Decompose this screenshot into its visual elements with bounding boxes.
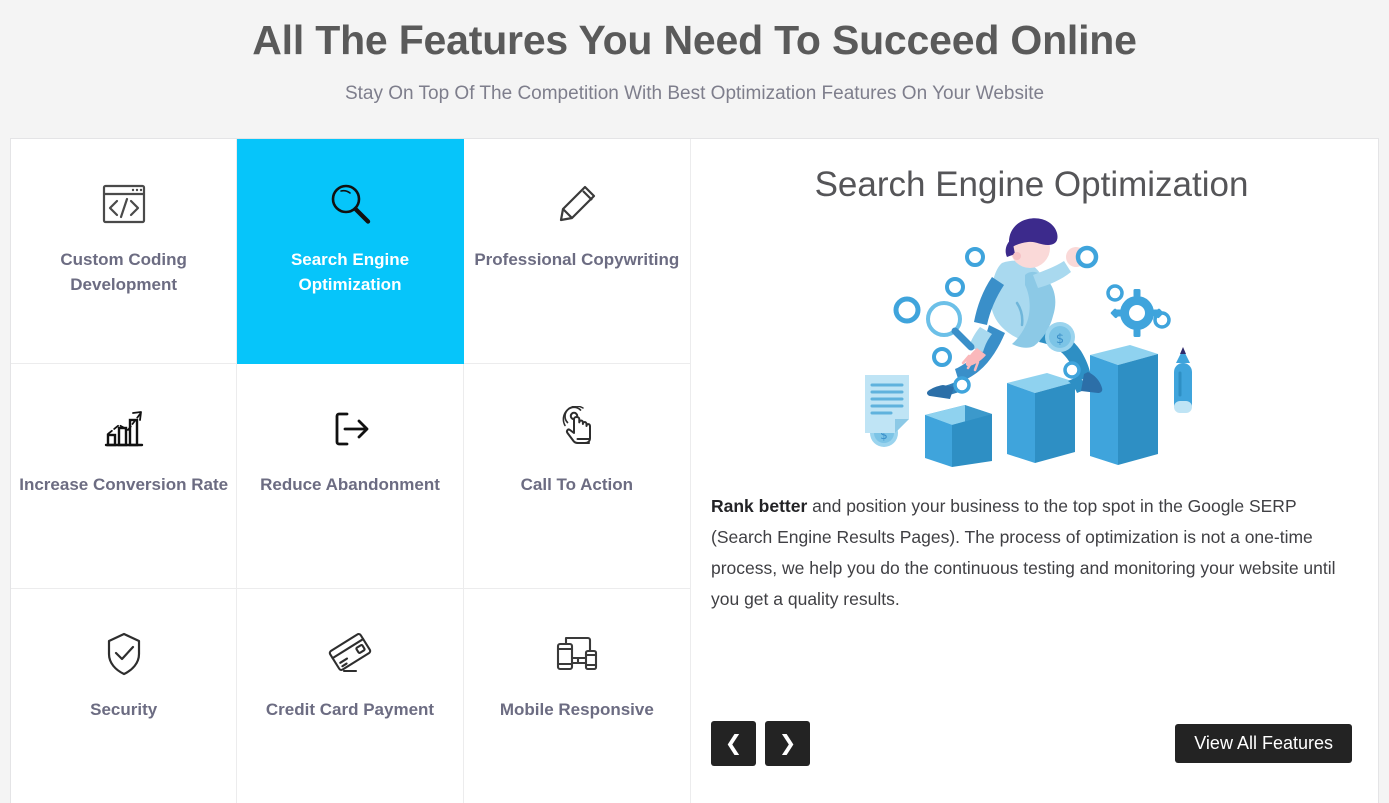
feature-tile-custom-coding-development[interactable]: Custom Coding Development [11,139,238,364]
pencil-icon [550,177,604,231]
feature-tile-credit-card-payment[interactable]: Credit Card Payment [237,589,464,803]
detail-description-lead: Rank better [711,496,808,516]
tap-hand-icon [550,402,604,456]
detail-description: Rank better and position your business t… [711,491,1352,615]
feature-tile-label: Credit Card Payment [265,700,435,719]
shield-check-icon [97,627,151,681]
feature-tile-reduce-abandonment[interactable]: Reduce Abandonment [237,364,464,589]
feature-tile-label: Search Engine Optimization [290,250,410,294]
feature-tile-label: Reduce Abandonment [260,475,440,494]
devices-icon [550,627,604,681]
features-page: All The Features You Need To Succeed Onl… [0,0,1389,803]
credit-card-icon [323,627,377,681]
feature-tile-professional-copywriting[interactable]: Professional Copywriting [463,139,690,364]
feature-tile-security[interactable]: Security [11,589,238,803]
features-card: Custom Coding Development Search Engine … [10,138,1379,803]
svg-text:$: $ [1055,332,1063,347]
feature-tile-label: Custom Coding Development [60,250,187,294]
feature-tile-call-to-action[interactable]: Call To Action [463,364,690,589]
feature-tile-increase-conversion-rate[interactable]: Increase Conversion Rate [11,364,238,589]
next-arrow-button[interactable]: ❯ [765,721,810,766]
detail-controls: ❮ ❯ View All Features [711,721,1352,766]
person-jumping-over-growth-bars-illustration: $ $ [711,211,1352,473]
feature-tile-label: Mobile Responsive [499,700,654,719]
magnifier-icon [323,177,377,231]
feature-tile-mobile-responsive[interactable]: Mobile Responsive [463,589,690,803]
carousel-nav: ❮ ❯ [711,721,810,766]
feature-detail-panel: Search Engine Optimization $ $ Rank bett… [691,139,1378,803]
page-title: All The Features You Need To Succeed Onl… [252,17,1137,63]
page-header: All The Features You Need To Succeed Onl… [0,0,1389,128]
prev-arrow-button[interactable]: ❮ [711,721,756,766]
bar-chart-growth-icon [97,402,151,456]
feature-tile-label: Call To Action [520,475,634,494]
feature-tile-label: Increase Conversion Rate [19,475,229,494]
page-subtitle: Stay On Top Of The Competition With Best… [344,83,1045,104]
feature-tile-search-engine-optimization[interactable]: Search Engine Optimization [237,139,464,364]
detail-title: Search Engine Optimization [814,165,1249,204]
view-all-features-button[interactable]: View All Features [1175,724,1352,763]
feature-grid: Custom Coding Development Search Engine … [11,139,691,803]
feature-tile-label: Professional Copywriting [474,250,680,269]
feature-tile-label: Security [90,700,158,719]
exit-arrow-icon [323,402,377,456]
code-window-icon [97,177,151,231]
